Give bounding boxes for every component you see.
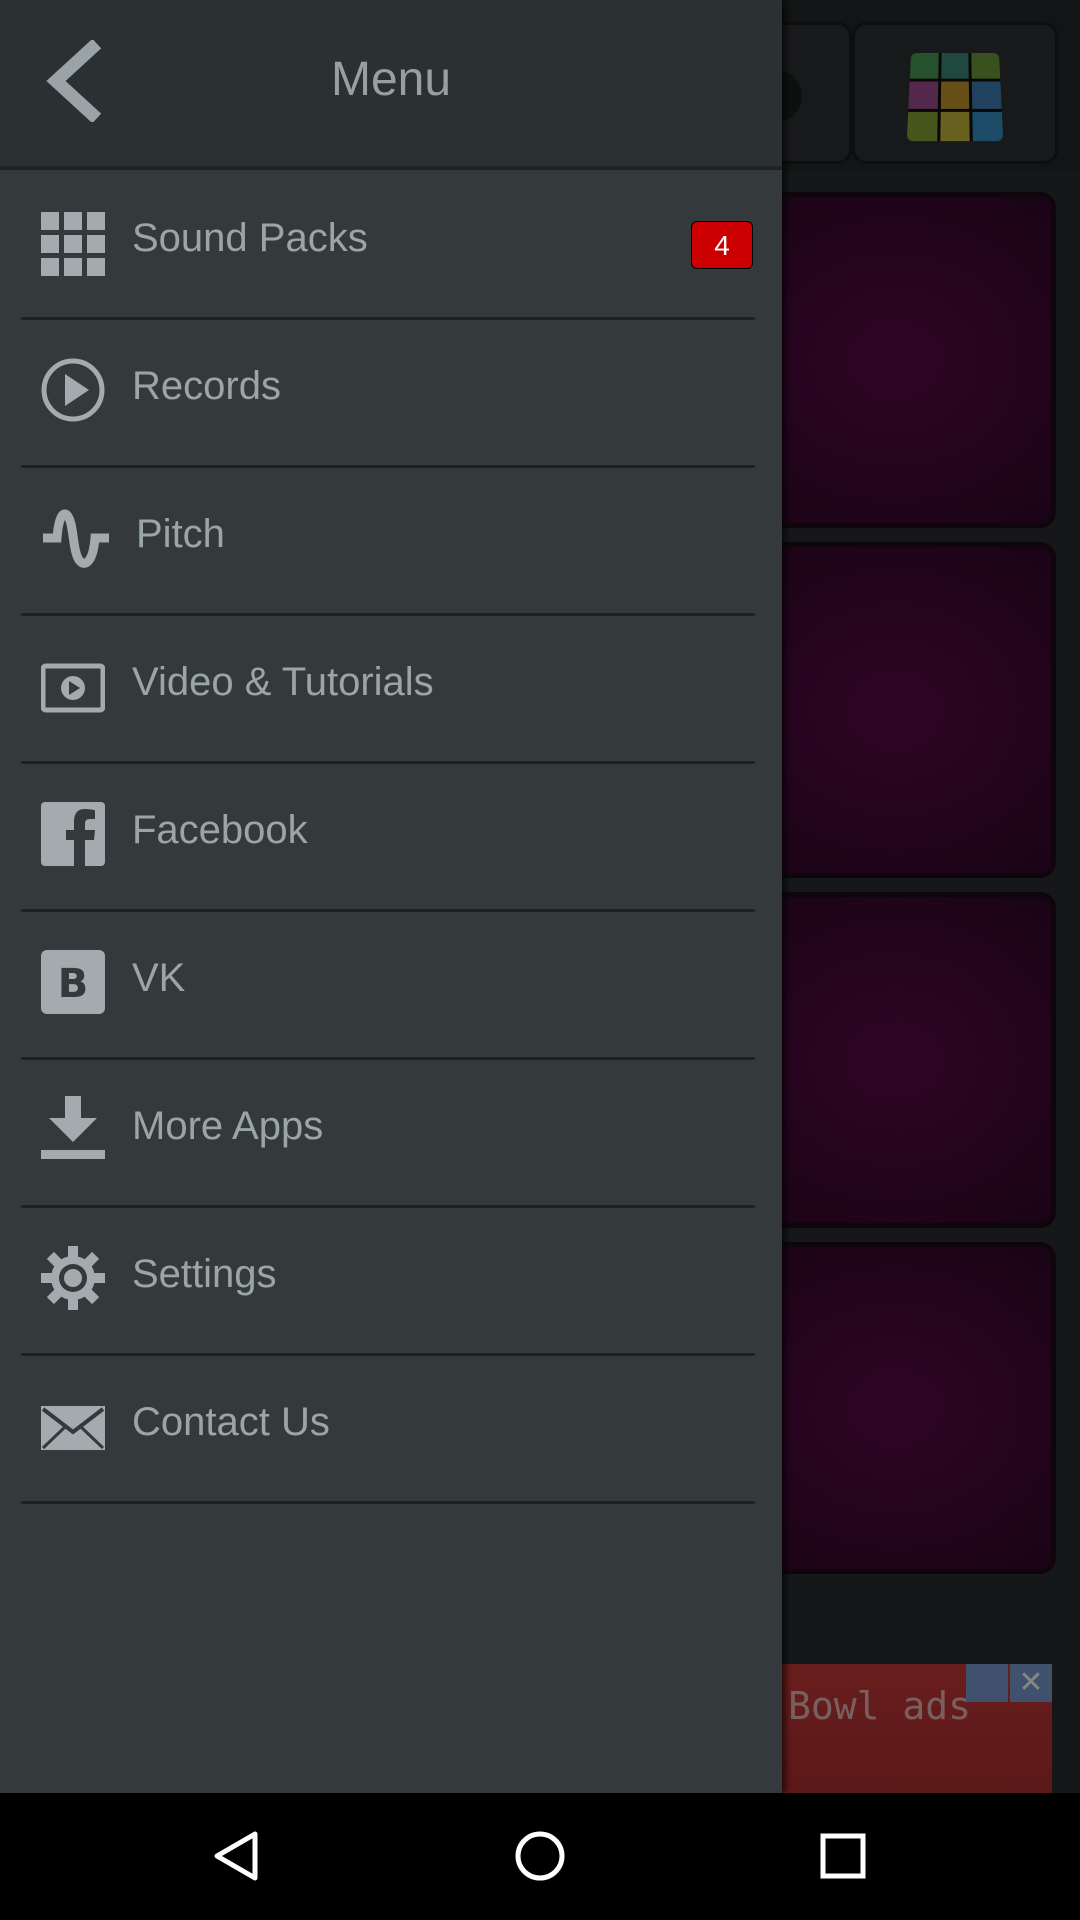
svg-text:B: B xyxy=(58,961,89,1007)
menu-item-records[interactable]: Records xyxy=(21,318,755,468)
menu-item-contact-us[interactable]: Contact Us xyxy=(21,1354,755,1504)
menu-item-pitch[interactable]: Pitch xyxy=(21,466,755,616)
play-circle-icon xyxy=(41,358,105,422)
menu-item-label: Contact Us xyxy=(132,1400,330,1444)
nav-back-icon[interactable] xyxy=(167,1793,307,1920)
pitch-wave-icon xyxy=(43,509,109,568)
menu-item-label: Settings xyxy=(132,1252,277,1296)
envelope-icon xyxy=(41,1406,105,1450)
menu-item-label: Records xyxy=(132,364,281,408)
facebook-icon xyxy=(41,802,105,866)
menu-item-facebook[interactable]: Facebook xyxy=(21,762,755,912)
menu-item-video-tutorials[interactable]: Video & Tutorials xyxy=(21,614,755,764)
gear-icon xyxy=(41,1246,105,1310)
menu-item-vk[interactable]: B VK xyxy=(21,910,755,1060)
video-play-icon xyxy=(41,663,105,713)
sound-packs-badge: 4 xyxy=(691,221,753,269)
menu-item-label: Pitch xyxy=(136,512,225,556)
menu-item-settings[interactable]: Settings xyxy=(21,1206,755,1356)
menu-item-more-apps[interactable]: More Apps xyxy=(21,1058,755,1208)
grid-icon xyxy=(41,212,105,276)
menu-item-label: Facebook xyxy=(132,808,308,852)
menu-item-sound-packs[interactable]: Sound Packs 4 xyxy=(21,170,755,320)
system-navigation-bar xyxy=(0,1793,1080,1920)
nav-recents-icon[interactable] xyxy=(773,1793,913,1920)
menu-title: Menu xyxy=(330,53,452,106)
menu-item-label: More Apps xyxy=(132,1104,324,1148)
download-icon xyxy=(41,1096,105,1159)
menu-item-label: Video & Tutorials xyxy=(132,660,434,704)
vk-icon: B xyxy=(41,950,105,1014)
nav-home-icon[interactable] xyxy=(470,1793,610,1920)
drawer-header: Menu xyxy=(0,0,782,170)
navigation-drawer: Menu Sound Packs 4 Records Pitch Video &… xyxy=(0,0,782,1793)
menu-item-label: VK xyxy=(132,956,186,1000)
menu-item-label: Sound Packs xyxy=(132,216,368,260)
